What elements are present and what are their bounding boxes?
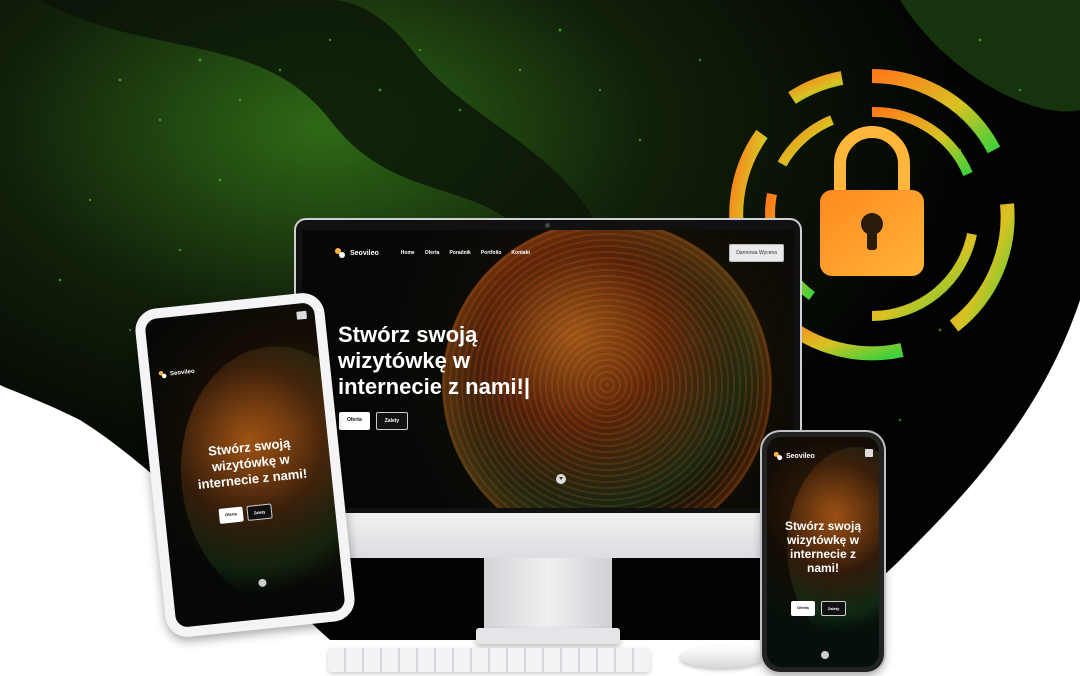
advantages-button[interactable]: Zalety bbox=[246, 503, 274, 522]
logo-text: Seovileo bbox=[786, 452, 815, 460]
offer-button[interactable]: Oferta bbox=[339, 412, 370, 430]
menu-icon[interactable] bbox=[296, 310, 308, 320]
logo-icon bbox=[335, 248, 345, 258]
hero-buttons: Oferta Zalety bbox=[791, 601, 847, 616]
camera-dot bbox=[545, 223, 550, 228]
advantages-button[interactable]: Zalety bbox=[375, 412, 409, 430]
tablet-device: Seovileo Stwórz swoją wizytówkę w intern… bbox=[133, 290, 357, 640]
site-navbar: Seovileo Home Oferta Poradnik Portfolio … bbox=[334, 242, 784, 264]
logo-text[interactable]: Seovileo bbox=[350, 250, 379, 257]
logo-icon bbox=[158, 371, 167, 379]
monitor-chin bbox=[296, 513, 800, 558]
logo-text: Seovileo bbox=[169, 368, 195, 377]
scroll-down-icon[interactable] bbox=[821, 651, 829, 659]
mouse bbox=[680, 646, 764, 668]
nav-portfolio[interactable]: Portfolio bbox=[481, 250, 502, 256]
hero-title: Stwórz swoją wizytówkę w internecie z na… bbox=[338, 322, 530, 399]
offer-button[interactable]: Oferta bbox=[791, 601, 815, 616]
tablet-logo[interactable]: Seovileo bbox=[158, 367, 195, 380]
scroll-down-icon[interactable] bbox=[556, 474, 566, 484]
offer-button[interactable]: Oferta bbox=[218, 506, 244, 524]
nav-oferta[interactable]: Oferta bbox=[425, 250, 440, 256]
advantages-button[interactable]: Zalety bbox=[820, 601, 847, 616]
phone-screen: Seovileo Stwórz swoją wizytówkę w intern… bbox=[767, 437, 879, 667]
desktop-screen: Seovileo Home Oferta Poradnik Portfolio … bbox=[302, 230, 794, 508]
nav-poradnik[interactable]: Poradnik bbox=[449, 250, 470, 256]
hero-buttons: Oferta Zalety bbox=[339, 412, 409, 430]
desktop-monitor: Seovileo Home Oferta Poradnik Portfolio … bbox=[296, 220, 800, 645]
free-quote-button[interactable]: Darmowa Wycena bbox=[729, 244, 784, 262]
menu-icon[interactable] bbox=[865, 449, 873, 457]
logo-icon bbox=[773, 451, 783, 461]
keyboard bbox=[328, 648, 650, 672]
monitor-foot bbox=[476, 628, 620, 644]
hero-title: Stwórz swoją wizytówkę w internecie z na… bbox=[784, 519, 861, 575]
phone-device: Seovileo Stwórz swoją wizytówkę w intern… bbox=[762, 432, 884, 672]
nav-home[interactable]: Home bbox=[401, 250, 415, 256]
tablet-screen: Seovileo Stwórz swoją wizytówkę w intern… bbox=[144, 301, 346, 629]
phone-logo[interactable]: Seovileo bbox=[773, 451, 815, 461]
monitor-frame: Seovileo Home Oferta Poradnik Portfolio … bbox=[296, 220, 800, 513]
nav-kontakt[interactable]: Kontakt bbox=[511, 250, 530, 256]
